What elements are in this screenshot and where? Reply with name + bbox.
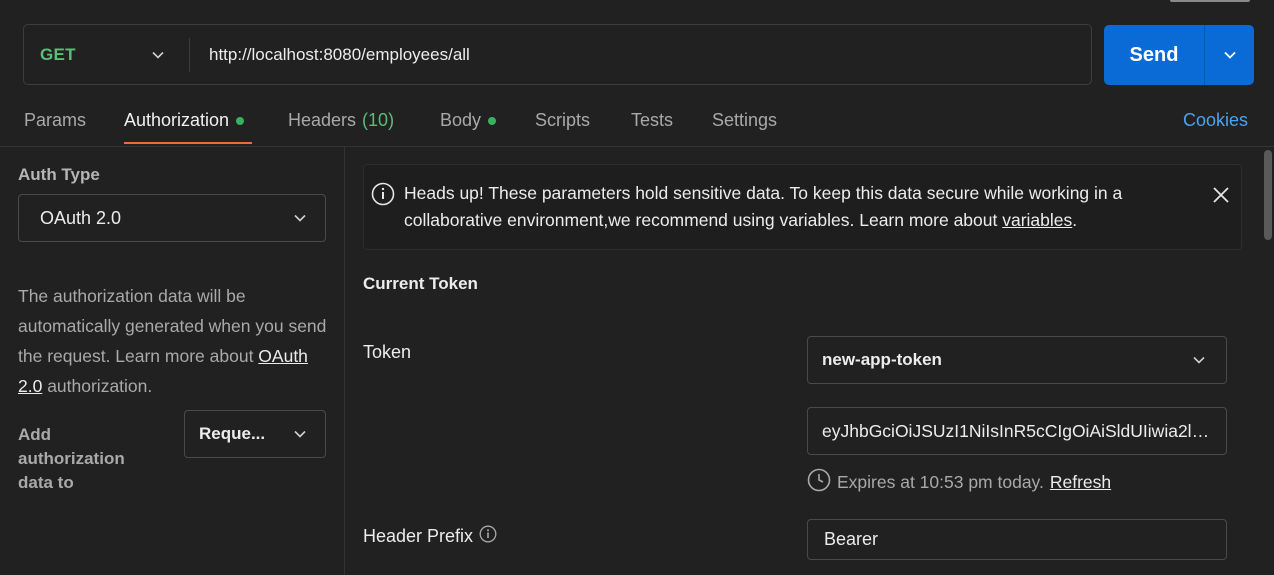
url-bar: GET http://localhost:8080/employees/all [23, 24, 1092, 85]
cookies-link[interactable]: Cookies [1183, 110, 1248, 131]
send-button[interactable]: Send [1104, 25, 1204, 85]
tab-authorization[interactable]: Authorization [124, 110, 245, 131]
scrollbar[interactable] [1264, 150, 1272, 240]
tab-params[interactable]: Params [24, 110, 86, 131]
token-value-input[interactable]: eyJhbGciOiJSUzI1NiIsInR5cCIgOiAiSldUIiwi… [807, 407, 1227, 455]
chevron-down-icon [1192, 353, 1206, 367]
method-select[interactable]: GET [24, 37, 190, 72]
pane-divider[interactable] [344, 147, 345, 575]
tab-settings[interactable]: Settings [712, 110, 777, 131]
notice-message: Heads up! These parameters hold sensitiv… [404, 180, 1204, 234]
tab-body[interactable]: Body [440, 110, 497, 131]
notice-end: . [1072, 210, 1078, 230]
tab-label: Params [24, 110, 87, 130]
header-prefix-text: Header Prefix [363, 526, 474, 546]
tab-label: Body [440, 110, 482, 130]
chevron-down-icon [1223, 48, 1237, 62]
tab-label: Authorization [124, 110, 230, 130]
divider [0, 146, 1274, 147]
header-prefix-input[interactable]: Bearer [807, 519, 1227, 560]
tab-label: Scripts [535, 110, 591, 130]
auth-description: The authorization data will be automatic… [18, 281, 330, 401]
auth-description-end: authorization. [42, 376, 153, 396]
expires-text: Expires at 10:53 pm today. [837, 472, 1044, 492]
tab-headers[interactable]: Headers (10) [288, 110, 394, 131]
request-tabs: Params Authorization Headers (10) Body S… [0, 100, 1274, 146]
header-prefix-label: Header Prefix [363, 525, 497, 548]
headers-count: (10) [362, 110, 395, 130]
add-auth-data-to-label: Add authorization data to [18, 425, 125, 492]
url-input[interactable]: http://localhost:8080/employees/all [190, 45, 470, 65]
method-label: GET [40, 44, 76, 64]
chevron-down-icon [293, 427, 307, 441]
current-token-heading: Current Token [363, 274, 478, 293]
token-select-value: new-app-token [822, 350, 942, 369]
auth-type-select[interactable]: OAuth 2.0 [18, 194, 326, 242]
active-tab-indicator [124, 142, 252, 144]
chevron-down-icon [151, 48, 165, 62]
token-expiry: Expires at 10:53 pm today. Refresh [807, 468, 1111, 497]
send-options-button[interactable] [1205, 25, 1254, 85]
tab-label: Headers [288, 110, 357, 130]
info-icon [371, 182, 395, 211]
modified-dot-icon [488, 116, 497, 125]
tab-scripts[interactable]: Scripts [535, 110, 590, 131]
token-value: eyJhbGciOiJSUzI1NiIsInR5cCIgOiAiSldUIiwi… [822, 420, 1212, 441]
sensitive-data-notice: Heads up! These parameters hold sensitiv… [363, 164, 1242, 250]
chevron-down-icon [293, 211, 307, 225]
modified-dot-icon [236, 116, 245, 125]
top-handle [1170, 0, 1250, 2]
token-select[interactable]: new-app-token [807, 336, 1227, 384]
auth-type-value: OAuth 2.0 [40, 207, 122, 228]
add-auth-data-to-value: Reque... [199, 424, 266, 443]
tab-label: Settings [712, 110, 778, 130]
auth-type-label: Auth Type [18, 165, 100, 184]
tab-tests[interactable]: Tests [631, 110, 673, 131]
refresh-token-link[interactable]: Refresh [1050, 472, 1111, 493]
token-label: Token [363, 342, 412, 362]
clock-icon [807, 468, 831, 497]
close-icon[interactable] [1211, 185, 1231, 210]
add-auth-data-to-select[interactable]: Reque... [184, 410, 326, 458]
variables-link[interactable]: variables [1002, 210, 1072, 230]
tab-label: Tests [631, 110, 674, 130]
send-button-group: Send [1104, 25, 1254, 85]
info-icon[interactable] [479, 525, 497, 548]
